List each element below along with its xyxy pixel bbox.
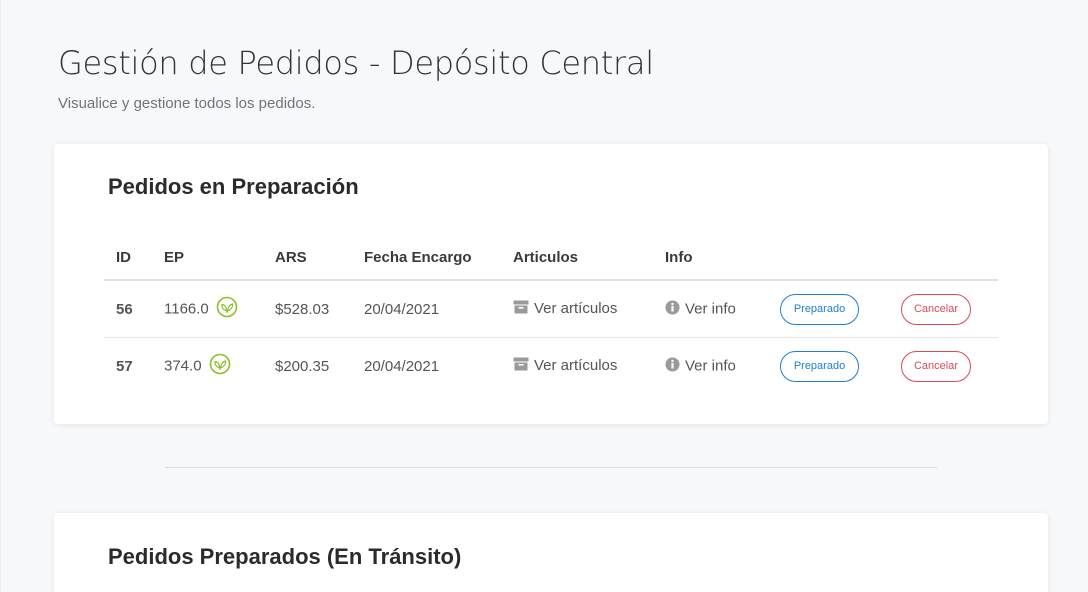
view-articles-link[interactable]: Ver artículos [501, 280, 653, 338]
ep-value: 1166.0 [164, 300, 209, 318]
prepared-cell: Preparado [768, 280, 889, 338]
cancel-cell: Cancelar [889, 338, 998, 395]
column-header-ars: ARS [263, 236, 352, 281]
prepared-button[interactable]: Preparado [780, 293, 859, 325]
box-icon [513, 300, 529, 318]
view-articles-label: Ver artículos [534, 356, 618, 374]
transit-card: Pedidos Preparados (En Tránsito) [54, 513, 1048, 592]
column-header-cancel [889, 236, 998, 281]
preparation-table: ID EP ARS Fecha Encargo Articulos Info 5… [104, 236, 998, 394]
column-header-id: ID [104, 236, 152, 281]
ep-value: 374.0 [164, 357, 202, 375]
page-subtitle: Visualice y gestione todos los pedidos. [58, 95, 316, 112]
view-info-label: Ver info [685, 299, 736, 317]
preparation-card: Pedidos en Preparación ID EP ARS Fecha E… [54, 144, 1048, 424]
order-id: 57 [116, 357, 133, 375]
info-circle-icon [665, 300, 680, 319]
section-divider [165, 467, 937, 468]
order-ep: 374.0 [152, 338, 263, 395]
prepared-button[interactable]: Preparado [780, 350, 859, 382]
column-header-ep: EP [152, 236, 263, 281]
order-date: 20/04/2021 [352, 280, 501, 338]
order-id: 56 [104, 280, 152, 338]
eco-leaf-icon [209, 353, 231, 379]
view-info-link[interactable]: Ver info [653, 280, 768, 338]
column-header-articles: Articulos [501, 236, 653, 281]
page-title: Gestión de Pedidos - Depósito Central [58, 44, 654, 82]
transit-title: Pedidos Preparados (En Tránsito) [108, 544, 462, 569]
info-circle-icon [665, 357, 680, 376]
view-info-label: Ver info [685, 356, 736, 374]
column-header-prepared [768, 236, 889, 281]
cancel-cell: Cancelar [889, 280, 998, 338]
box-icon [513, 357, 529, 375]
view-articles-label: Ver artículos [534, 299, 618, 317]
prepared-cell: Preparado [768, 338, 889, 395]
column-header-info: Info [653, 236, 768, 281]
view-info-link[interactable]: Ver info [653, 338, 768, 395]
order-date: 20/04/2021 [364, 357, 440, 375]
column-header-date: Fecha Encargo [352, 236, 501, 281]
view-articles-link[interactable]: Ver artículos [501, 338, 653, 395]
cancel-button[interactable]: Cancelar [901, 350, 971, 382]
table-row: 57 374.0 $200.35 20/04/2021 Ver artículo… [104, 338, 998, 395]
preparation-title: Pedidos en Preparación [108, 174, 359, 199]
order-ars: $528.03 [263, 280, 352, 338]
order-ars: $200.35 [275, 357, 330, 375]
order-ep: 1166.0 [152, 280, 263, 338]
table-row: 56 1166.0 $528.03 20/04/2021 Ver artícul… [104, 280, 998, 338]
page: Gestión de Pedidos - Depósito Central Vi… [0, 0, 1088, 592]
eco-leaf-icon [216, 296, 238, 322]
cancel-button[interactable]: Cancelar [901, 293, 971, 325]
table-header-row: ID EP ARS Fecha Encargo Articulos Info [104, 236, 998, 281]
